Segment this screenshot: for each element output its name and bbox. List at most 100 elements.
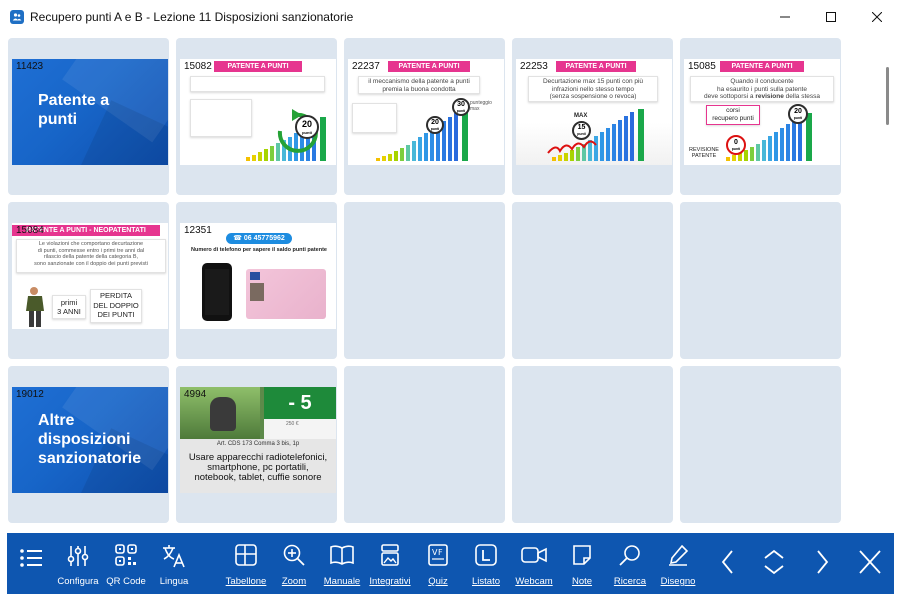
- sliders-icon: [67, 546, 89, 566]
- slide-number: 12351: [184, 225, 212, 236]
- scrollbar-thumb[interactable]: [886, 67, 889, 125]
- webcam-button[interactable]: Webcam: [513, 533, 555, 594]
- list-l-icon: [475, 544, 497, 566]
- language-icon: [163, 545, 185, 568]
- slide-cell-empty: [344, 366, 505, 523]
- exit-button[interactable]: [853, 533, 887, 594]
- qrcode-button[interactable]: QR Code: [105, 533, 147, 594]
- points-badge: 0 punti: [726, 135, 746, 155]
- svg-text:F: F: [438, 548, 443, 557]
- configura-button[interactable]: Configura: [57, 533, 99, 594]
- video-camera-icon: [521, 547, 547, 563]
- next-button[interactable]: [807, 533, 837, 594]
- vertical-scrollbar[interactable]: [877, 33, 900, 533]
- ricerca-button[interactable]: Ricerca: [609, 533, 651, 594]
- note-icon: [573, 545, 591, 565]
- chevron-up-down-icon: [764, 549, 784, 575]
- slide-grid: Patente a punti 11423 PATENTE A PUNTI 20…: [0, 33, 877, 533]
- slide-thumbnail[interactable]: PATENTE A PUNTI Quando il conducente ha e…: [684, 59, 840, 165]
- tabellone-button[interactable]: Tabellone: [225, 533, 267, 594]
- app-icon: [10, 9, 24, 24]
- slide-cell[interactable]: Altre disposizioni sanzionatorie 19012: [8, 366, 169, 523]
- slide-cell-empty: [512, 366, 673, 523]
- slide-number: 4994: [184, 389, 207, 400]
- minimize-button[interactable]: [762, 0, 808, 33]
- slide-number: 15082: [184, 61, 212, 72]
- slide-cell-empty: [344, 202, 505, 359]
- menu-button[interactable]: [11, 533, 51, 594]
- note-button[interactable]: Note: [561, 533, 603, 594]
- window-title: Recupero punti A e B - Lezione 11 Dispos…: [30, 9, 354, 24]
- slide-cell-empty: [680, 366, 841, 523]
- slide-cell[interactable]: PATENTE A PUNTI 20 punti 15082: [176, 38, 337, 195]
- minimize-icon: [780, 16, 790, 17]
- image-stack-icon: [381, 544, 399, 566]
- slide-title: Patente a punti: [38, 92, 110, 128]
- maximize-icon: [826, 11, 836, 22]
- slide-thumbnail[interactable]: PATENTE A PUNTI il meccanismo della pate…: [348, 59, 504, 165]
- slide-cell[interactable]: PATENTE A PUNTI il meccanismo della pate…: [344, 38, 505, 195]
- slide-thumbnail[interactable]: Altre disposizioni sanzionatorie 19012: [12, 387, 168, 493]
- previous-button[interactable]: [713, 533, 743, 594]
- board-grid-icon: [235, 544, 257, 566]
- slide-number: 22253: [520, 61, 548, 72]
- slide-text: Usare apparecchi radiotelefonici, smartph…: [188, 452, 328, 483]
- qr-code-icon: [115, 544, 137, 566]
- slide-header: PATENTE A PUNTI: [214, 61, 302, 72]
- slide-cell-empty: [512, 202, 673, 359]
- zoom-button[interactable]: Zoom: [273, 533, 315, 594]
- slide-text: Quando il conducente ha esaurito i punti …: [704, 78, 820, 100]
- slide-header: PATENTE A PUNTI: [720, 61, 804, 72]
- slide-thumbnail[interactable]: ☎ 06 45775962 Numero di telefono per sap…: [180, 223, 336, 329]
- main-area: Patente a punti 11423 PATENTE A PUNTI 20…: [0, 33, 900, 533]
- menu-list-icon: [20, 549, 42, 567]
- slide-thumbnail[interactable]: PATENTE A PUNTI 20 punti 15082: [180, 59, 336, 165]
- manuale-button[interactable]: Manuale: [321, 533, 363, 594]
- phone-pill: ☎ 06 45775962: [226, 233, 292, 244]
- slide-thumbnail[interactable]: - 5 250 € Art. CDS 173 Comma 3 bis, 1p U…: [180, 387, 336, 493]
- close-x-icon: [859, 550, 881, 574]
- slide-thumbnail[interactable]: PATENTE A PUNTI Decurtazione max 15 punt…: [516, 59, 672, 165]
- slide-number: 11423: [16, 61, 44, 72]
- quiz-button[interactable]: VF Quiz: [417, 533, 459, 594]
- bottom-toolbar: Configura QR Code Lingua Tabellone Zoom: [7, 533, 894, 594]
- expand-collapse-button[interactable]: [757, 533, 791, 594]
- maximize-button[interactable]: [808, 0, 854, 33]
- integrativi-button[interactable]: Integrativi: [365, 533, 415, 594]
- slide-header: PATENTE A PUNTI: [388, 61, 470, 72]
- slide-cell-empty: [680, 202, 841, 359]
- slide-thumbnail[interactable]: Patente a punti 11423: [12, 59, 168, 165]
- slide-text: Decurtazione max 15 punti con più infrazi…: [542, 78, 644, 100]
- lingua-button[interactable]: Lingua: [153, 533, 195, 594]
- slide-number: 19012: [16, 389, 44, 400]
- points-badge: 30 punti: [452, 98, 470, 116]
- slide-number: 22237: [352, 61, 380, 72]
- license-card: [246, 269, 326, 319]
- chevron-left-icon: [721, 550, 733, 574]
- slide-number: 15085: [688, 61, 716, 72]
- slide-text: il meccanismo della patente a punti prem…: [368, 78, 470, 93]
- chevron-right-icon: [817, 550, 829, 574]
- slide-thumbnail[interactable]: PATENTE A PUNTI - NEOPATENTATI Le violaz…: [12, 223, 168, 329]
- points-badge: 15 punti: [572, 121, 591, 140]
- slide-cell[interactable]: Patente a punti 11423: [8, 38, 169, 195]
- title-bar: Recupero punti A e B - Lezione 11 Dispos…: [0, 0, 900, 33]
- points-badge: 20 punti: [295, 115, 319, 139]
- listato-button[interactable]: Listato: [465, 533, 507, 594]
- slide-cell[interactable]: - 5 250 € Art. CDS 173 Comma 3 bis, 1p U…: [176, 366, 337, 523]
- search-icon: [619, 545, 640, 566]
- book-icon: [330, 545, 354, 565]
- phone-illustration: [202, 263, 232, 321]
- slide-cell[interactable]: PATENTE A PUNTI Decurtazione max 15 punt…: [512, 38, 673, 195]
- points-deduction: - 5: [264, 387, 336, 419]
- slide-cell[interactable]: ☎ 06 45775962 Numero di telefono per sap…: [176, 202, 337, 359]
- disegno-button[interactable]: Disegno: [657, 533, 699, 594]
- slide-cell[interactable]: PATENTE A PUNTI - NEOPATENTATI Le violaz…: [8, 202, 169, 359]
- zoom-in-icon: [283, 544, 305, 566]
- pen-draw-icon: [669, 544, 689, 566]
- slide-cell[interactable]: PATENTE A PUNTI Quando il conducente ha e…: [680, 38, 841, 195]
- points-badge: 20 punti: [788, 104, 808, 124]
- close-button[interactable]: [854, 0, 900, 33]
- slide-number: 15084: [16, 225, 44, 236]
- slide-title: Altre disposizioni sanzionatorie: [38, 412, 142, 467]
